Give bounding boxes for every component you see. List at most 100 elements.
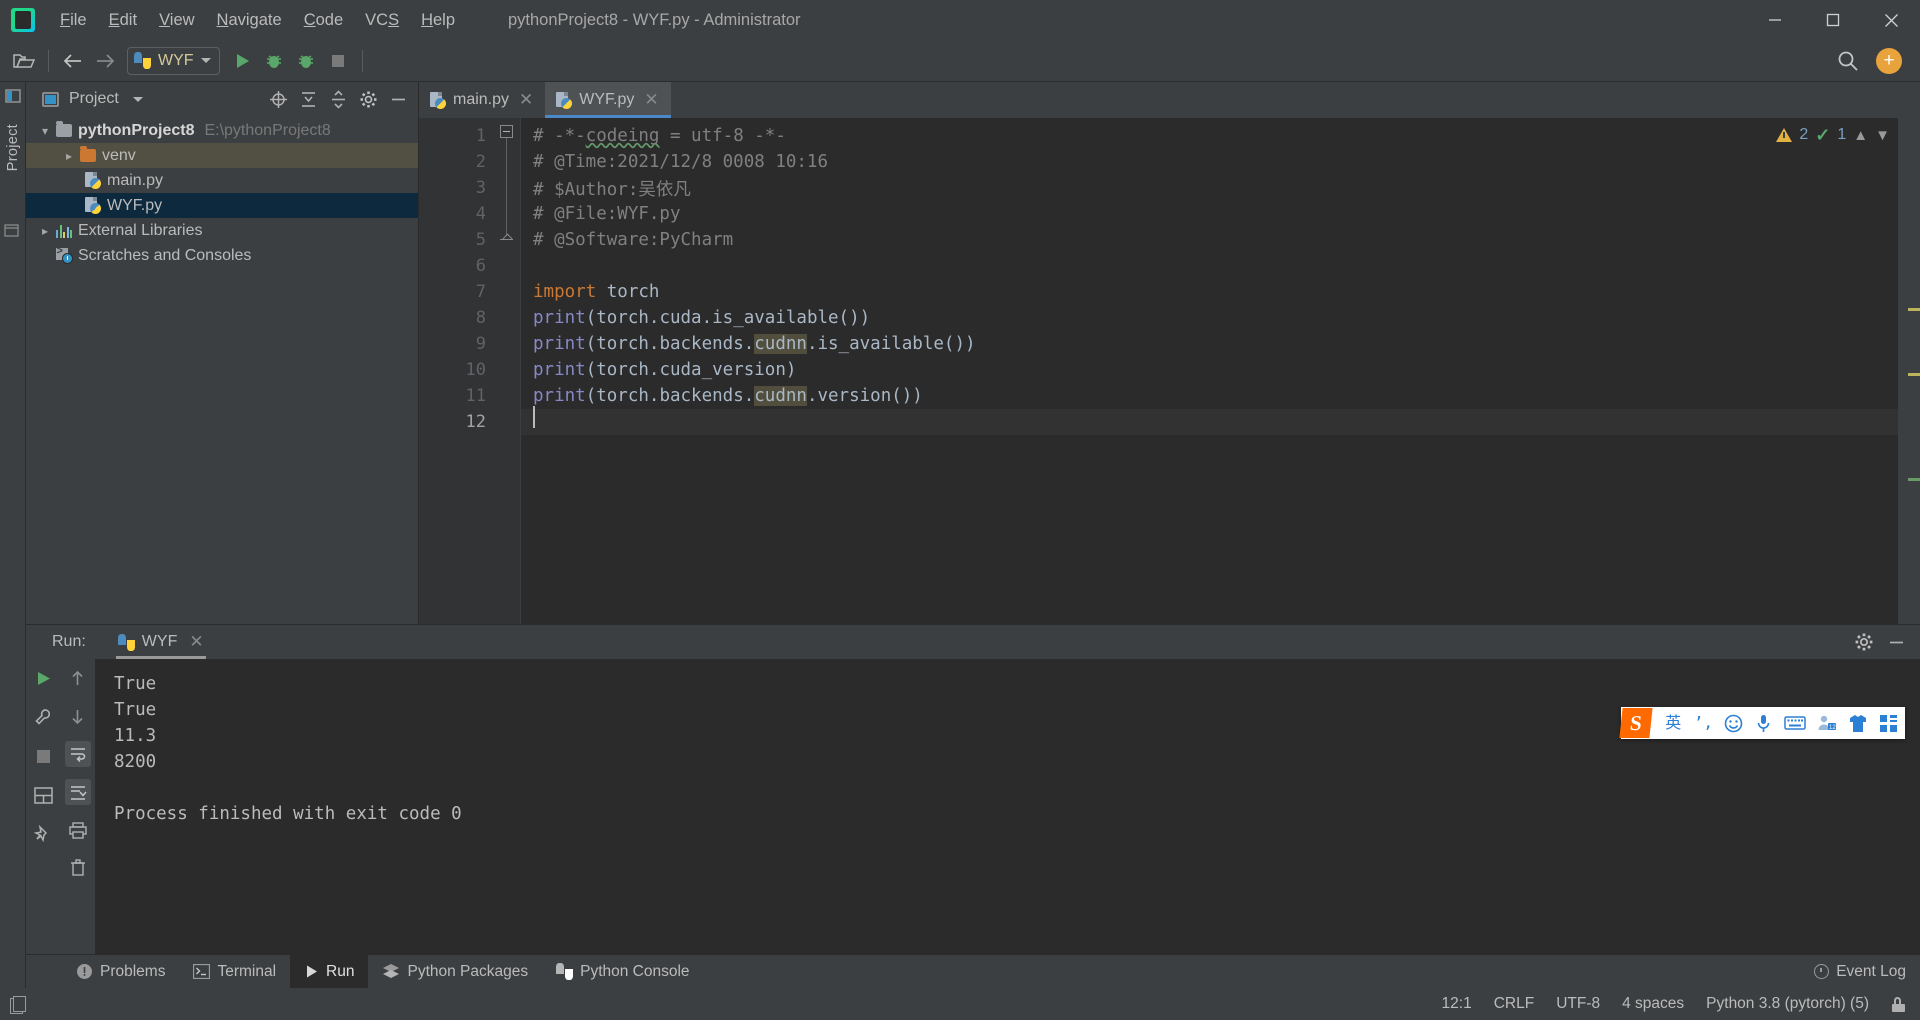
code-content[interactable]: # -*- codeing = utf-8 -*- # @Time:2021/12…: [520, 118, 1898, 624]
apps-icon[interactable]: [1879, 714, 1898, 733]
tab-wyf-py[interactable]: WYF.py ✕: [545, 82, 672, 118]
tree-node-wyf-py[interactable]: WYF.py: [26, 193, 418, 218]
svg-text:12: 12: [1829, 725, 1836, 731]
trash-icon[interactable]: [65, 855, 91, 881]
keyboard-icon[interactable]: [1784, 715, 1806, 731]
rerun-icon[interactable]: [30, 665, 56, 691]
wrench-icon[interactable]: [30, 704, 56, 730]
hide-icon[interactable]: [1882, 629, 1910, 655]
tab-main-py[interactable]: main.py ✕: [419, 82, 546, 118]
tree-node-scratches-consoles[interactable]: Scratches and Consoles: [26, 243, 418, 268]
down-arrow-icon[interactable]: [65, 703, 91, 729]
sidebar-item-project[interactable]: Project: [5, 124, 21, 171]
menu-code[interactable]: Code: [294, 6, 353, 34]
user-icon[interactable]: 12: [1817, 714, 1837, 732]
chevron-down-icon[interactable]: [132, 96, 143, 102]
open-folder-icon[interactable]: [8, 46, 40, 76]
forward-arrow-icon[interactable]: [89, 46, 121, 76]
sogou-logo-icon[interactable]: S: [1619, 708, 1653, 738]
expand-all-icon[interactable]: [294, 86, 322, 112]
toolwindow-terminal[interactable]: Terminal: [179, 955, 290, 988]
close-icon[interactable]: ✕: [644, 91, 658, 108]
back-arrow-icon[interactable]: [57, 46, 89, 76]
project-icon: [42, 91, 59, 107]
run-console-output[interactable]: True True 11.3 8200 Process finished wit…: [96, 659, 1920, 954]
settings-icon[interactable]: [1850, 629, 1878, 655]
close-icon[interactable]: ✕: [189, 632, 203, 652]
soft-wrap-icon[interactable]: [64, 741, 91, 767]
run-button[interactable]: [226, 46, 258, 76]
menu-view[interactable]: View: [149, 6, 204, 34]
editor-viewport: 1 2 3 4 5 6 7 8 9 10 11 12 # -*- codeing…: [419, 118, 1920, 624]
collapse-all-icon[interactable]: [324, 86, 352, 112]
line-number: 8: [475, 308, 486, 328]
scroll-to-end-icon[interactable]: [64, 779, 91, 805]
menu-file[interactable]: FFileile: [50, 6, 97, 34]
locate-icon[interactable]: [264, 86, 292, 112]
inspection-scrollbar[interactable]: [1898, 118, 1920, 624]
python-interpreter[interactable]: Python 3.8 (pytorch) (5): [1706, 995, 1869, 1013]
stop-button[interactable]: [322, 46, 354, 76]
tree-node-pythonproject8[interactable]: ▾ pythonProject8 E:\pythonProject8: [26, 118, 418, 143]
editor-layout-icon[interactable]: [10, 995, 26, 1014]
maximize-icon[interactable]: [1804, 0, 1862, 40]
account-add-icon[interactable]: +: [1876, 47, 1902, 74]
tree-node-main-py[interactable]: main.py: [26, 168, 418, 193]
smiley-icon[interactable]: [1724, 714, 1743, 733]
event-log-button[interactable]: Event Log: [1814, 955, 1920, 988]
project-window-icon[interactable]: [5, 88, 21, 104]
caret-position[interactable]: 12:1: [1442, 995, 1472, 1013]
mic-icon[interactable]: [1754, 714, 1773, 733]
pin-icon[interactable]: [30, 821, 56, 847]
chevron-right-icon[interactable]: ▸: [60, 149, 78, 163]
sogou-ime-toolbar[interactable]: S 英 ’, 12: [1619, 707, 1905, 739]
layout-icon[interactable]: [30, 782, 56, 808]
inspection-marker[interactable]: [1908, 478, 1920, 481]
lock-icon[interactable]: [1891, 996, 1906, 1012]
line-separator[interactable]: CRLF: [1494, 995, 1534, 1013]
up-arrow-icon[interactable]: [65, 665, 91, 691]
close-icon[interactable]: ✕: [519, 91, 533, 108]
menu-navigate[interactable]: Navigate: [207, 6, 292, 34]
ime-language-toggle[interactable]: 英: [1664, 710, 1683, 736]
settings-icon[interactable]: [354, 86, 382, 112]
debug-button[interactable]: [258, 46, 290, 76]
tab-label: main.py: [453, 91, 510, 108]
toolwindow-run[interactable]: Run: [290, 955, 369, 988]
indent-setting[interactable]: 4 spaces: [1622, 995, 1684, 1013]
menu-help[interactable]: Help: [411, 6, 465, 34]
inspection-marker[interactable]: [1908, 308, 1920, 311]
toolwindow-problems[interactable]: Problems: [62, 955, 179, 988]
stop-icon[interactable]: [30, 743, 56, 769]
file-encoding[interactable]: UTF-8: [1556, 995, 1600, 1013]
run-configuration-selector[interactable]: WYF: [127, 46, 220, 75]
tree-node-external-libraries[interactable]: ▸ External Libraries: [26, 218, 418, 243]
toolwindow-python-packages[interactable]: Python Packages: [368, 955, 542, 988]
code-line: # @Time:2021/12/8 0008 10:16: [533, 152, 829, 172]
ime-punctuation-icon[interactable]: ’,: [1694, 710, 1713, 736]
skin-icon[interactable]: [1848, 714, 1868, 733]
structure-window-icon[interactable]: [4, 222, 22, 240]
toolwindow-python-console[interactable]: Python Console: [542, 955, 703, 988]
menu-edit[interactable]: Edit: [99, 6, 147, 34]
ok-count: 1: [1837, 126, 1847, 143]
code-line: print (torch.backends. cudnn .is_available(…: [533, 334, 976, 354]
search-icon[interactable]: [1832, 46, 1864, 76]
pycharm-logo-icon: PC: [11, 8, 35, 32]
chevron-up-icon[interactable]: ▲: [1853, 127, 1868, 144]
chevron-down-icon[interactable]: ▼: [1875, 127, 1890, 144]
run-tab-wyf[interactable]: WYF ✕: [108, 625, 214, 659]
fold-region-end-icon[interactable]: [500, 235, 513, 245]
minimize-icon[interactable]: [1746, 0, 1804, 40]
menu-vcs[interactable]: VCS: [355, 6, 409, 34]
coverage-button[interactable]: [290, 46, 322, 76]
chevron-down-icon[interactable]: ▾: [36, 124, 54, 138]
folder-orange-icon: [78, 146, 98, 162]
print-icon[interactable]: [65, 817, 91, 843]
inspection-marker[interactable]: [1908, 373, 1920, 376]
tree-node-venv[interactable]: ▸ venv: [26, 143, 418, 168]
chevron-right-icon[interactable]: ▸: [36, 224, 54, 238]
close-icon[interactable]: [1862, 0, 1920, 40]
hide-icon[interactable]: [384, 86, 412, 112]
fold-collapse-icon[interactable]: [500, 125, 513, 138]
